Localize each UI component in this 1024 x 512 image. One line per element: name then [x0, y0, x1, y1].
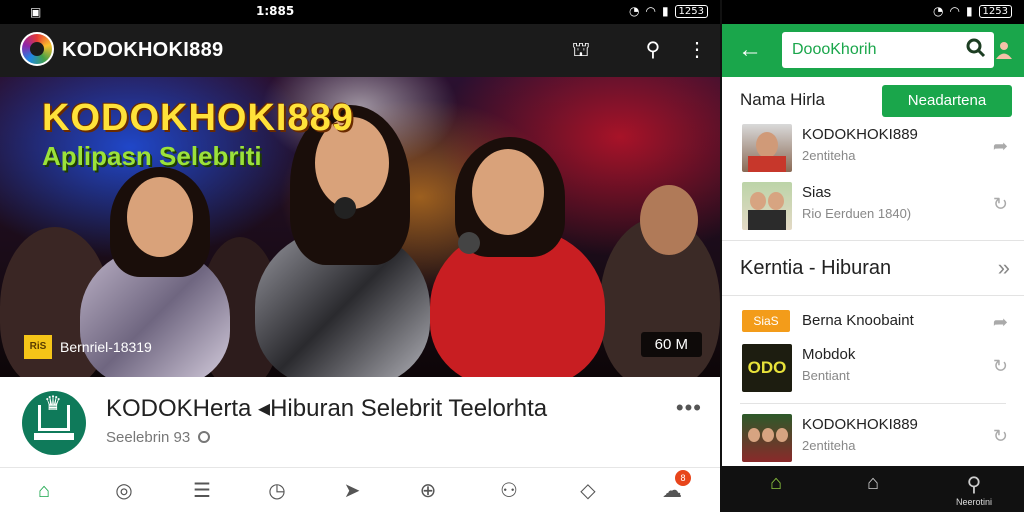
- nav-messages-icon[interactable]: ◇: [573, 476, 603, 506]
- hero-subtitle: Aplipasn Selebriti: [42, 141, 262, 171]
- thumbnail: [742, 182, 792, 230]
- search-icon[interactable]: ⚲: [640, 37, 666, 63]
- item-title: Mobdok: [802, 346, 856, 363]
- search-query: DoooKhorih: [792, 41, 877, 58]
- microphone: [334, 197, 356, 219]
- signal-icon: ▮: [965, 4, 973, 18]
- badge-text: Bernriel-18319: [60, 339, 152, 355]
- hero-badge: RiS Bernriel-18319: [24, 334, 152, 360]
- status-right: ◔ ◠ ▮ 1253: [629, 4, 708, 18]
- reply-icon[interactable]: ↻: [993, 356, 1008, 377]
- category-title: Kerntia - Hiburan: [740, 257, 892, 279]
- screen: ▣ 1:885 ◔ ◠ ▮ 1253 KODOKHOKI889 ⛫ ⚲ ⋮ KO…: [0, 0, 1024, 512]
- hero-banner[interactable]: KODOKHOKI889 Aplipasn Selebriti RiS Bern…: [0, 77, 720, 377]
- item-meta: Bentiant: [802, 368, 850, 383]
- more-options-button[interactable]: •••: [676, 395, 702, 421]
- nav-home-icon[interactable]: ⌂: [29, 476, 59, 506]
- share-icon[interactable]: ➦: [993, 312, 1008, 333]
- singer-left-face: [127, 177, 193, 257]
- signal-icon: ▮: [661, 4, 669, 18]
- cast-icon[interactable]: ⛫: [568, 37, 594, 63]
- thumbnail-label: ODO: [747, 358, 787, 377]
- share-icon[interactable]: ➦: [993, 136, 1008, 157]
- nav-clock-icon[interactable]: ◷: [262, 476, 292, 506]
- channel-subtitle: Seelebrin 93: [106, 429, 211, 446]
- divider: [722, 240, 1024, 241]
- nav-trending-icon[interactable]: ◎: [109, 476, 139, 506]
- nav-send-icon[interactable]: ➤: [337, 476, 367, 506]
- reply-icon[interactable]: ↻: [993, 194, 1008, 215]
- info-icon: [198, 431, 211, 443]
- status-right: ◔ ◠ ▮ 1253: [933, 4, 1012, 18]
- avatar-band: [34, 433, 74, 440]
- nav-notifications-icon[interactable]: ☁ 8: [657, 470, 691, 506]
- item-meta: 2entiteha: [802, 438, 856, 453]
- status-time: 1:885: [256, 4, 295, 18]
- subscribe-button[interactable]: Neadartena: [882, 85, 1012, 117]
- side-phone: ◔ ◠ ▮ 1253 ← DoooKhorih Nama Hirla Neada…: [722, 0, 1024, 512]
- bottom-nav: ⌂ ⌂ ⚲ Neerotini: [722, 466, 1024, 512]
- thumbnail: ODO: [742, 344, 792, 392]
- channel-title: KODOKHerta ◂Hiburan Selebrit Teelorhta: [106, 395, 548, 422]
- app-bar: KODOKHOKI889 ⛫ ⚲ ⋮: [0, 24, 720, 77]
- battery-indicator: 1253: [674, 4, 708, 18]
- chevron-right-icon[interactable]: »: [998, 255, 1010, 281]
- nav-library-icon[interactable]: ⌂: [853, 472, 893, 495]
- nav-home-icon[interactable]: ⌂: [756, 472, 796, 495]
- nav-profile-icon[interactable]: ⚇: [494, 476, 524, 506]
- item-title: KODOKHOKI889: [802, 126, 918, 143]
- battery-indicator: 1253: [978, 4, 1012, 18]
- wifi-icon: ◠: [949, 4, 960, 18]
- alarm-icon: ◔: [628, 4, 640, 18]
- user-icon[interactable]: [994, 40, 1014, 60]
- nav-search-icon[interactable]: ⚲ Neerotini: [952, 472, 996, 507]
- app-logo[interactable]: [20, 32, 54, 66]
- item-title: KODOKHOKI889: [802, 416, 918, 433]
- thumbnail: [742, 124, 792, 172]
- hero-title: KODOKHOKI889: [42, 97, 354, 139]
- item-title: Sias: [802, 184, 832, 201]
- channel-subtitle-text: Seelebrin 93: [106, 429, 191, 446]
- alarm-icon: ◔: [932, 4, 944, 18]
- item-meta: 2entiteha: [802, 148, 856, 163]
- singer-right-face: [472, 149, 544, 235]
- section-heading: Nama Hirla: [740, 90, 826, 109]
- back-arrow-icon[interactable]: ←: [738, 36, 762, 64]
- crowd-face: [640, 185, 698, 255]
- list-item[interactable]: ODO Mobdok Bentiant ↻: [722, 340, 1024, 396]
- notification-badge: 8: [675, 470, 691, 486]
- nav-search-label: Neerotini: [955, 497, 993, 507]
- notification-icon: ▣: [30, 5, 42, 19]
- thumbnail: [742, 414, 792, 462]
- nav-add-icon[interactable]: ⊕: [413, 476, 443, 506]
- search-app-bar: ← DoooKhorih: [722, 24, 1024, 77]
- channel-row[interactable]: KODOKHerta ◂Hiburan Selebrit Teelorhta S…: [0, 377, 720, 467]
- thumbnail-label: SiaS: [742, 310, 790, 332]
- bottom-nav: ⌂ ◎ ☰ ◷ ➤ ⊕ ⚇ ◇ ☁ 8: [0, 467, 720, 512]
- crown-icon: [38, 391, 70, 431]
- status-bar: ▣ 1:885 ◔ ◠ ▮ 1253: [0, 0, 720, 24]
- item-meta: Rio Eerduen 1840): [802, 206, 912, 221]
- search-input[interactable]: DoooKhorih: [782, 32, 994, 68]
- search-icon[interactable]: [966, 38, 986, 58]
- nav-list-icon[interactable]: ☰: [187, 476, 217, 506]
- app-title: KODOKHOKI889: [62, 39, 224, 61]
- status-bar: ◔ ◠ ▮ 1253: [722, 0, 1024, 24]
- list-item[interactable]: KODOKHOKI889 2entiteha ➦: [722, 120, 1024, 176]
- wifi-icon: ◠: [645, 4, 656, 18]
- list-item[interactable]: KODOKHOKI889 2entiteha ↻: [722, 410, 1024, 466]
- reply-icon[interactable]: ↻: [993, 426, 1008, 447]
- divider: [722, 295, 1024, 296]
- badge-logo: RiS: [24, 335, 52, 359]
- list-item[interactable]: Sias Rio Eerduen 1840) ↻: [722, 178, 1024, 234]
- microphone: [458, 232, 480, 254]
- item-title: Berna Knoobaint: [802, 312, 914, 329]
- list-item[interactable]: SiaS Berna Knoobaint ➦: [722, 306, 1024, 340]
- video-duration: 60 M: [640, 332, 702, 357]
- main-phone: ▣ 1:885 ◔ ◠ ▮ 1253 KODOKHOKI889 ⛫ ⚲ ⋮ KO…: [0, 0, 720, 512]
- more-vert-icon[interactable]: ⋮: [684, 37, 710, 63]
- divider: [740, 403, 1006, 404]
- channel-avatar[interactable]: [22, 391, 86, 455]
- category-row[interactable]: Kerntia - Hiburan »: [722, 243, 1024, 295]
